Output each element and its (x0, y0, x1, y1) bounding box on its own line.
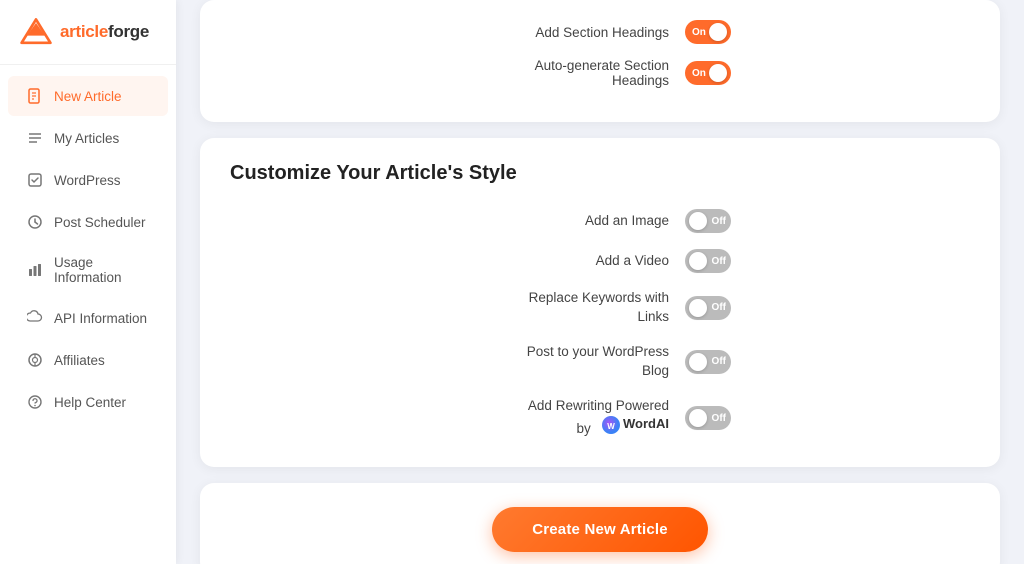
toggle-knob (689, 299, 707, 317)
svg-text:W: W (607, 422, 615, 431)
sidebar-item-affiliates-label: Affiliates (54, 353, 105, 368)
sidebar-item-wordpress[interactable]: WordPress (8, 160, 168, 200)
option-row-post-wordpress: Post to your WordPressBlog Off (230, 343, 970, 381)
sidebar-item-wordpress-label: WordPress (54, 173, 121, 188)
option-label-replace-keywords: Replace Keywords withLinks (469, 289, 669, 327)
cloud-icon (26, 309, 44, 327)
file-icon (26, 87, 44, 105)
tag-icon (26, 351, 44, 369)
create-new-article-button[interactable]: Create New Article (492, 507, 708, 552)
toggle-label-auto-generate: Auto-generate SectionHeadings (469, 58, 669, 88)
sidebar-item-api-information[interactable]: API Information (8, 298, 168, 338)
sidebar-item-help-center[interactable]: Help Center (8, 382, 168, 422)
toggle-row-auto-generate: Auto-generate SectionHeadings On (230, 58, 970, 88)
option-row-add-video: Add a Video Off (230, 249, 970, 273)
sidebar-item-api-information-label: API Information (54, 311, 147, 326)
option-row-replace-keywords: Replace Keywords withLinks Off (230, 289, 970, 327)
sidebar-item-affiliates[interactable]: Affiliates (8, 340, 168, 380)
sidebar: articleforge New Article (0, 0, 176, 564)
toggle-row-add-section-headings: Add Section Headings On (230, 20, 970, 44)
sidebar-item-my-articles-label: My Articles (54, 131, 119, 146)
sidebar-item-post-scheduler[interactable]: Post Scheduler (8, 202, 168, 242)
sidebar-item-usage-information[interactable]: Usage Information (8, 244, 168, 296)
logo-area: articleforge (0, 0, 176, 65)
list-icon (26, 129, 44, 147)
customize-card-title: Customize Your Article's Style (230, 162, 970, 185)
logo-icon (18, 14, 54, 50)
toggle-knob (689, 212, 707, 230)
toggle-label-add-section-headings: Add Section Headings (469, 25, 669, 40)
option-row-add-rewriting: Add Rewriting Poweredby W (230, 397, 970, 440)
wordai-logo: W WordAI (602, 415, 669, 433)
option-row-add-image: Add an Image Off (230, 209, 970, 233)
toggle-knob (709, 64, 727, 82)
option-label-add-video: Add a Video (469, 252, 669, 271)
option-label-add-rewriting: Add Rewriting Poweredby W (469, 397, 669, 440)
option-label-post-wordpress: Post to your WordPressBlog (469, 343, 669, 381)
clock-icon (26, 213, 44, 231)
toggle-auto-generate[interactable]: On (685, 61, 731, 85)
toggle-knob (689, 409, 707, 427)
section-headings-card: Add Section Headings On Auto-generate Se… (200, 0, 1000, 122)
toggle-post-wordpress[interactable]: Off (685, 350, 731, 374)
main-content: Add Section Headings On Auto-generate Se… (176, 0, 1024, 564)
cta-card: Create New Article (200, 483, 1000, 564)
style-options: Add an Image Off Add a Video Off Replace… (230, 209, 970, 439)
customize-style-card: Customize Your Article's Style Add an Im… (200, 138, 1000, 467)
option-label-add-image: Add an Image (469, 212, 669, 231)
sidebar-item-new-article-label: New Article (54, 89, 122, 104)
sidebar-item-post-scheduler-label: Post Scheduler (54, 215, 146, 230)
sidebar-item-usage-information-label: Usage Information (54, 255, 150, 285)
toggle-knob (689, 353, 707, 371)
toggle-add-image[interactable]: Off (685, 209, 731, 233)
chart-icon (26, 261, 44, 279)
sidebar-item-my-articles[interactable]: My Articles (8, 118, 168, 158)
toggle-knob (709, 23, 727, 41)
sidebar-item-new-article[interactable]: New Article (8, 76, 168, 116)
toggle-replace-keywords[interactable]: Off (685, 296, 731, 320)
help-icon (26, 393, 44, 411)
checkbox-icon (26, 171, 44, 189)
toggle-add-rewriting[interactable]: Off (685, 406, 731, 430)
toggle-knob (689, 252, 707, 270)
sidebar-item-help-center-label: Help Center (54, 395, 126, 410)
toggle-add-video[interactable]: Off (685, 249, 731, 273)
logo-text: articleforge (60, 22, 149, 42)
nav-menu: New Article My Articles WordPress (0, 65, 176, 564)
toggle-add-section-headings[interactable]: On (685, 20, 731, 44)
